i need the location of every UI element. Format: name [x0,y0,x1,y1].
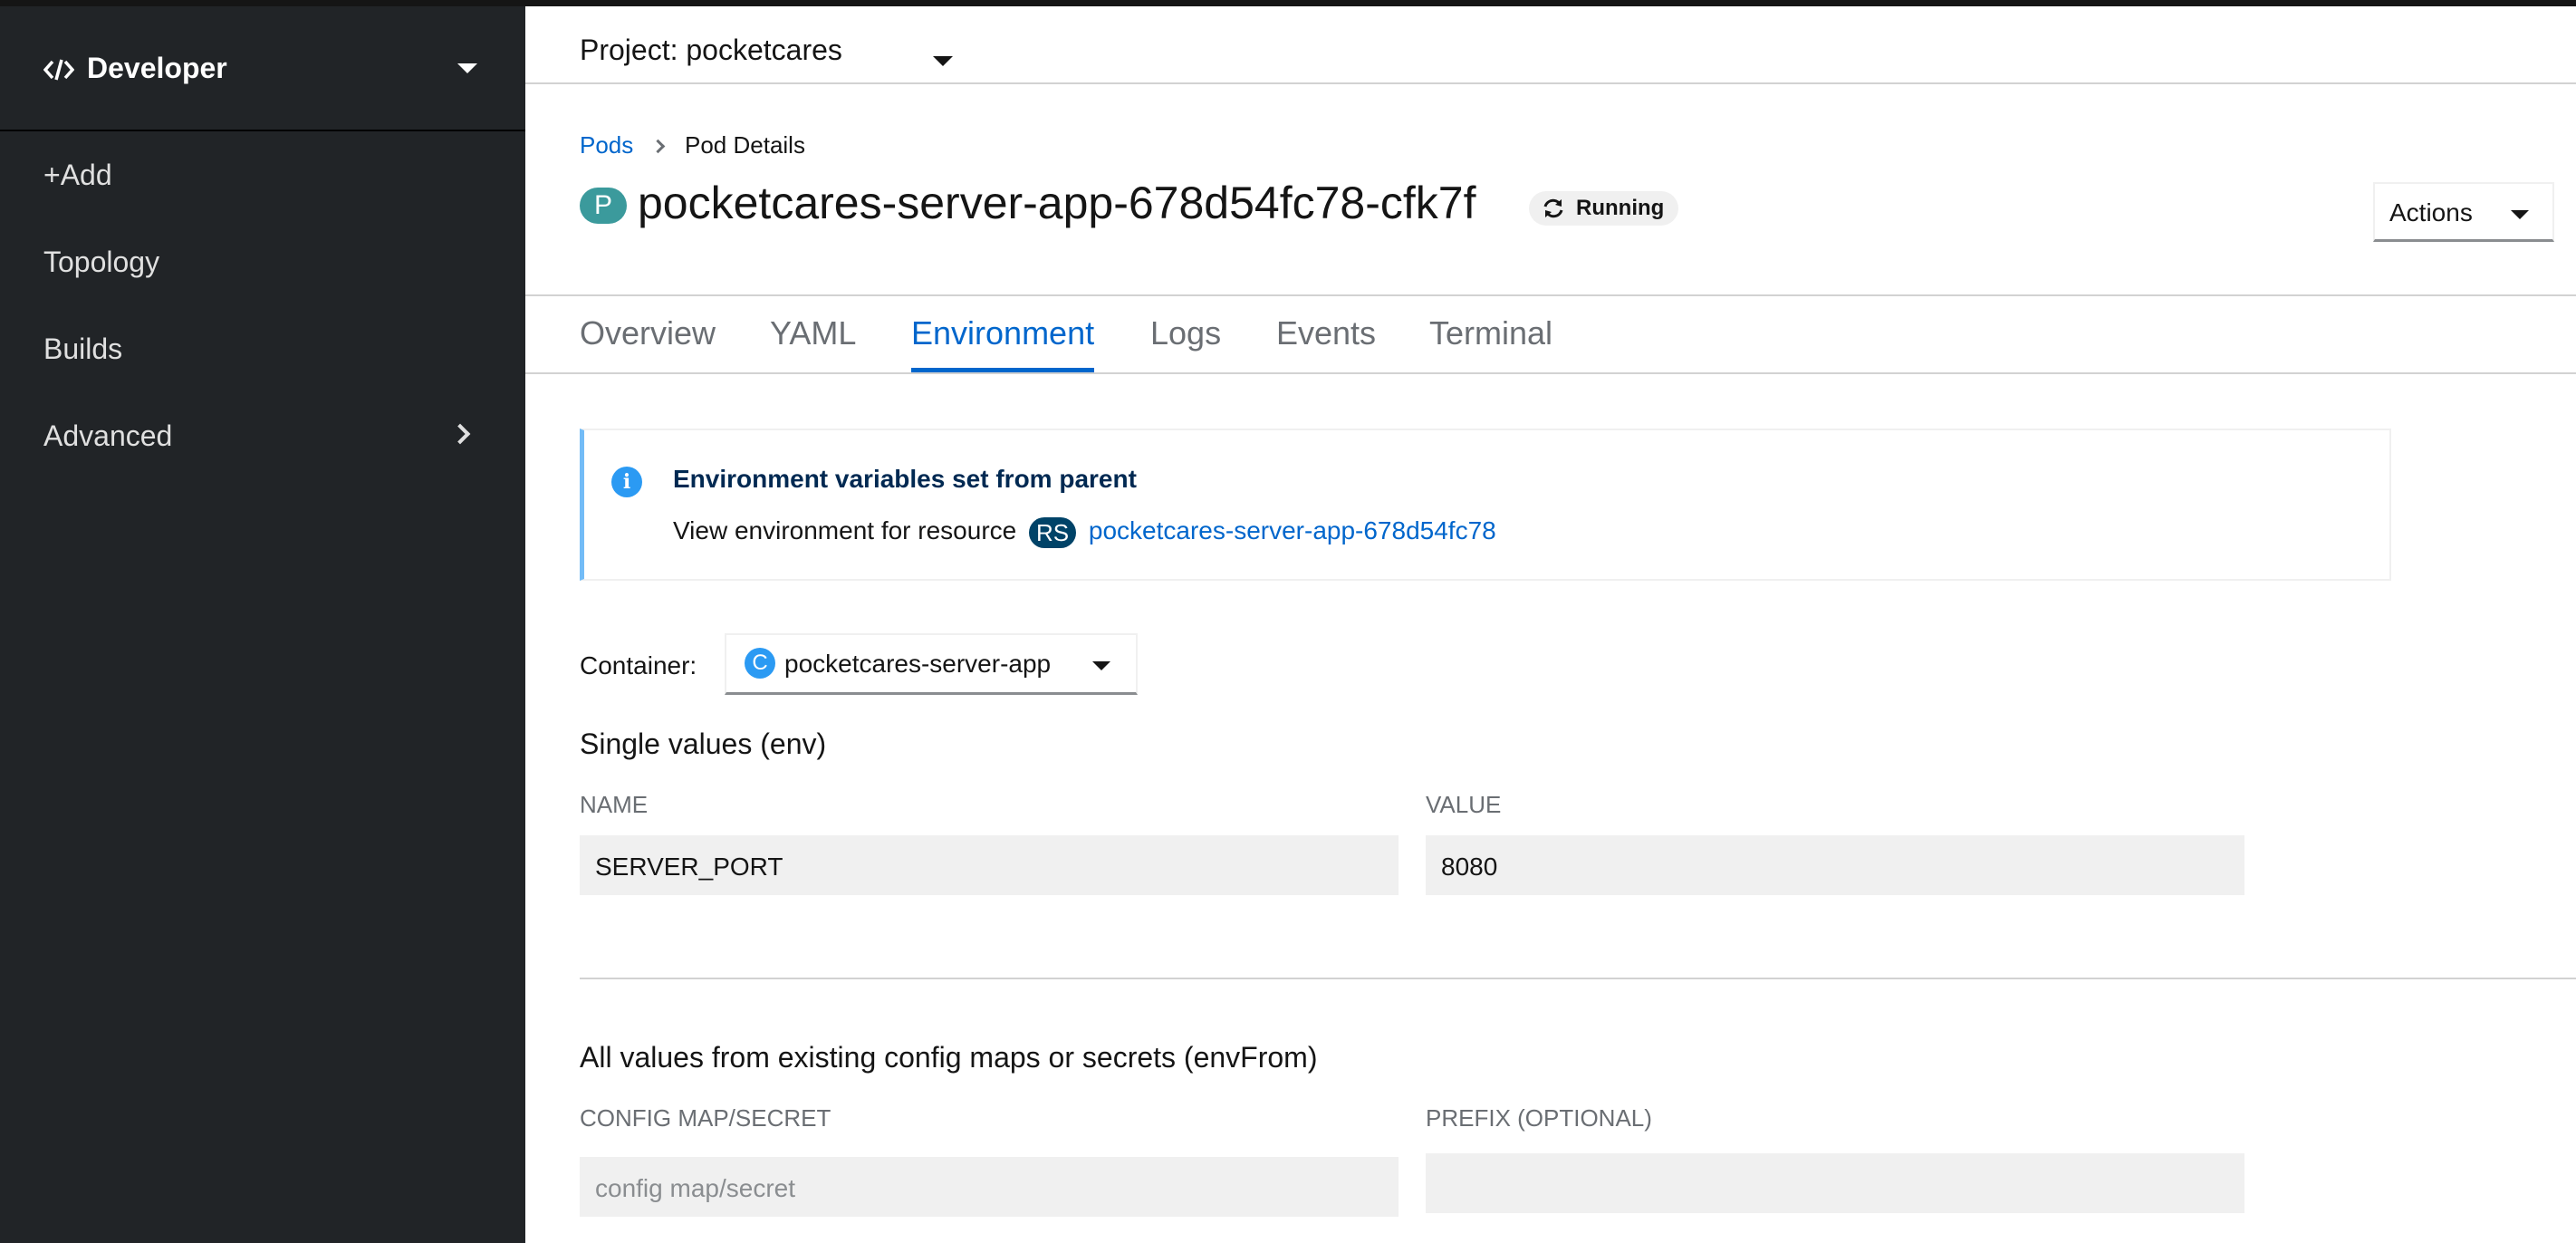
status-badge: Running [1529,191,1679,226]
replicaset-badge: RS [1029,516,1077,548]
chevron-right-icon [449,423,471,445]
actions-label: Actions [2389,198,2473,226]
env-name-field[interactable]: SERVER_PORT [580,835,1399,895]
sidebar: Developer +Add Topology Builds Advanced [0,6,525,1243]
env-value-field[interactable]: 8080 [1426,835,2244,895]
caret-down-icon [1092,661,1110,670]
breadcrumb-current: Pod Details [685,131,805,159]
tab-terminal[interactable]: Terminal [1429,314,1552,372]
sidebar-item-topology[interactable]: Topology [0,220,525,302]
sidebar-item-label: Advanced [43,419,173,452]
project-label: Project: pocketcares [580,34,842,66]
prefix-field[interactable] [1426,1153,2244,1213]
code-icon [43,59,74,81]
masthead-strip [0,0,2576,6]
caret-down-icon [457,63,477,73]
perspective-switcher[interactable]: Developer [0,6,525,131]
actions-dropdown[interactable]: Actions [2373,182,2554,242]
value-column-header: VALUE [1426,791,1502,818]
main-content: Project: pocketcares Pods Pod Details P … [525,6,2576,1243]
configmap-column-header: CONFIG MAP/SECRET [580,1104,831,1132]
perspective-label: Developer [87,52,227,84]
tab-environment[interactable]: Environment [911,314,1095,372]
container-resource-badge: C [745,648,775,679]
tab-logs[interactable]: Logs [1150,314,1221,372]
alert-body: View environment for resource RS pocketc… [673,516,1496,548]
tab-yaml[interactable]: YAML [770,314,856,372]
replicaset-link[interactable]: pocketcares-server-app-678d54fc78 [1089,516,1496,544]
sidebar-item-label: +Add [43,159,112,191]
section-divider [580,978,2576,979]
project-bar: Project: pocketcares [525,6,2576,84]
sidebar-item-add[interactable]: +Add [0,133,525,215]
name-column-header: NAME [580,791,649,818]
tab-events[interactable]: Events [1276,314,1376,372]
tab-overview[interactable]: Overview [580,314,716,372]
sync-icon [1543,198,1563,218]
page-header: Pods Pod Details P pocketcares-server-ap… [525,86,2576,296]
envfrom-section-title: All values from existing config maps or … [580,1041,1318,1074]
configmap-secret-field[interactable]: config map/secret [580,1157,1399,1217]
page-title: pocketcares-server-app-678d54fc78-cfk7f [638,178,1476,228]
sidebar-item-label: Builds [43,332,123,365]
alert-body-text: View environment for resource [673,516,1017,544]
pod-resource-badge: P [580,188,627,224]
info-icon: i [611,467,642,497]
alert-title: Environment variables set from parent [673,465,1137,493]
container-label: Container: [580,651,697,679]
sidebar-item-builds[interactable]: Builds [0,307,525,389]
prefix-column-header: PREFIX (OPTIONAL) [1426,1104,1652,1132]
sidebar-item-label: Topology [43,246,160,278]
info-alert: i Environment variables set from parent … [580,429,2391,581]
caret-down-icon [933,56,953,66]
caret-down-icon [2511,210,2529,219]
breadcrumb-pods-link[interactable]: Pods [580,131,633,159]
breadcrumb-separator-icon [650,139,666,154]
container-value: pocketcares-server-app [784,650,1052,678]
tab-bar: Overview YAML Environment Logs Events Te… [525,296,2576,374]
sidebar-item-advanced[interactable]: Advanced [0,394,525,476]
status-text: Running [1576,196,1665,220]
container-dropdown[interactable]: C pocketcares-server-app [725,633,1138,695]
env-section-title: Single values (env) [580,727,827,760]
